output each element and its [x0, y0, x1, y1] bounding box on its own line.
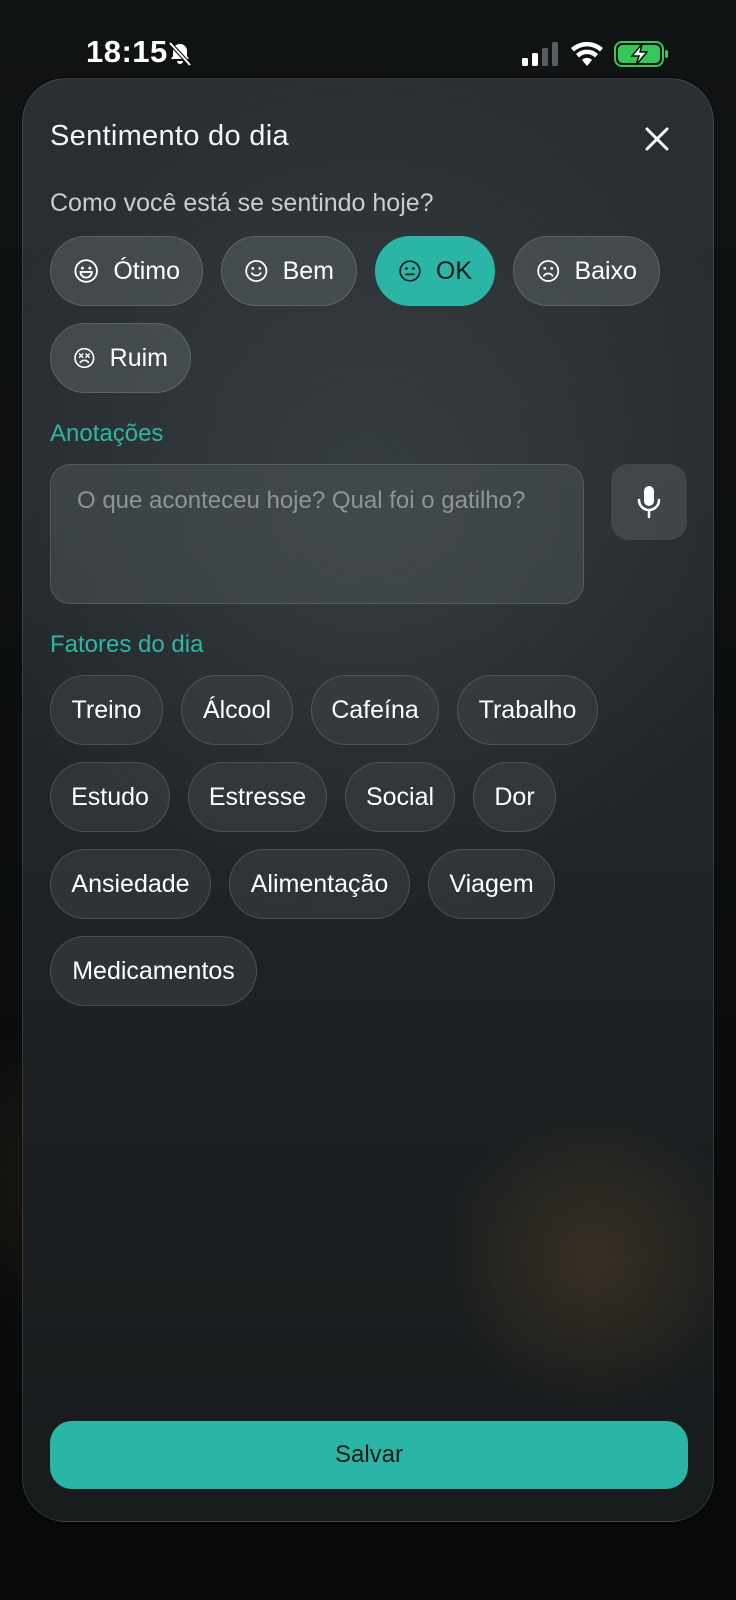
mood-chip-label: Ruim	[109, 343, 168, 372]
mood-chip-label: OK	[435, 256, 472, 285]
factor-chips-row: Treino Álcool Cafeína Trabalho	[50, 675, 598, 745]
mood-chip-ruim[interactable]: Ruim	[50, 323, 191, 393]
mood-prompt: Como você está se sentindo hoje?	[50, 189, 434, 217]
neutral-face-icon	[399, 260, 421, 282]
factor-chip-label: Ansiedade	[71, 869, 190, 898]
factor-chip-medicamentos[interactable]: Medicamentos	[50, 936, 257, 1006]
save-button[interactable]: Salvar	[50, 1421, 688, 1489]
factor-chip-label: Viagem	[449, 869, 534, 898]
voice-input-button[interactable]	[611, 464, 687, 540]
notes-field[interactable]: O que aconteceu hoje? Qual foi o gatilho…	[50, 464, 584, 604]
factor-chip-social[interactable]: Social	[345, 762, 455, 832]
factor-chip-viagem[interactable]: Viagem	[428, 849, 555, 919]
battery-charging-icon	[614, 41, 668, 67]
mood-chip-otimo[interactable]: Ótimo	[50, 236, 203, 306]
notes-label: Anotações	[50, 420, 164, 447]
factor-chip-label: Álcool	[202, 695, 272, 724]
factor-chip-treino[interactable]: Treino	[50, 675, 163, 745]
sheet-title: Sentimento do dia	[50, 120, 289, 152]
factor-chip-label: Estresse	[208, 782, 307, 811]
status-time: 18:15	[86, 34, 168, 69]
close-button[interactable]	[637, 119, 677, 159]
factor-chip-ansiedade[interactable]: Ansiedade	[50, 849, 211, 919]
factor-chip-label: Estudo	[71, 782, 149, 811]
status-bar: 18:15	[0, 0, 736, 80]
factor-chips-row: Medicamentos	[50, 936, 257, 1006]
mood-chip-label: Ótimo	[113, 256, 180, 285]
mood-chip-baixo[interactable]: Baixo	[513, 236, 660, 306]
dizzy-face-icon	[74, 347, 95, 369]
factor-chip-label: Trabalho	[478, 695, 577, 724]
sad-face-icon	[537, 260, 560, 282]
microphone-icon	[637, 486, 661, 519]
factor-chip-label: Treino	[71, 695, 142, 724]
factor-chip-trabalho[interactable]: Trabalho	[457, 675, 598, 745]
factor-chips-row: Estudo Estresse Social Dor	[50, 762, 556, 832]
mood-sheet: Sentimento do dia Como você está se sent…	[22, 78, 714, 1522]
mood-chips-row: Ótimo Bem OK Baixo	[50, 236, 660, 306]
factor-chip-alcool[interactable]: Álcool	[181, 675, 293, 745]
mood-chip-ok[interactable]: OK	[375, 236, 495, 306]
factor-chips-row: Ansiedade Alimentação Viagem	[50, 849, 555, 919]
factor-chip-label: Alimentação	[250, 869, 389, 898]
wifi-icon	[571, 41, 603, 66]
factor-chip-label: Social	[365, 782, 435, 811]
factors-label: Fatores do dia	[50, 631, 204, 658]
factor-chip-label: Cafeína	[331, 695, 419, 724]
factor-chip-cafeina[interactable]: Cafeína	[311, 675, 439, 745]
factor-chip-alimentacao[interactable]: Alimentação	[229, 849, 410, 919]
bell-slash-icon	[168, 41, 192, 67]
notes-placeholder: O que aconteceu hoje? Qual foi o gatilho…	[77, 487, 526, 514]
mood-chips-row: Ruim	[50, 323, 191, 393]
smile-face-icon	[245, 260, 268, 282]
factor-chip-dor[interactable]: Dor	[473, 762, 556, 832]
close-icon	[645, 127, 669, 151]
mood-chip-bem[interactable]: Bem	[221, 236, 357, 306]
mood-chip-label: Baixo	[574, 256, 637, 285]
factor-chip-estresse[interactable]: Estresse	[188, 762, 327, 832]
mood-chip-label: Bem	[282, 256, 334, 285]
factor-chip-label: Dor	[494, 782, 535, 811]
factor-chip-estudo[interactable]: Estudo	[50, 762, 170, 832]
factor-chip-label: Medicamentos	[72, 956, 235, 985]
cellular-signal-icon	[522, 42, 558, 66]
grin-face-icon	[74, 259, 98, 283]
